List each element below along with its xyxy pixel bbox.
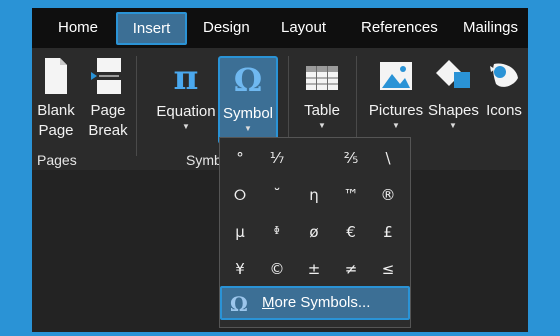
symbol-cell[interactable]: © [259, 251, 295, 288]
symbol-cell[interactable]: ™ [333, 177, 369, 214]
symbol-row: µ ᶲ ø € £ [220, 214, 410, 251]
symbol-cell[interactable] [296, 140, 332, 177]
pi-icon: π [173, 58, 199, 98]
symbol-cell[interactable]: µ [222, 214, 258, 251]
tab-home[interactable]: Home [58, 8, 98, 48]
bird-icon [490, 63, 518, 87]
blank-page-label-2: Page [38, 122, 74, 139]
omega-icon: Ω [230, 292, 248, 316]
symbol-cell[interactable]: ⅐ [259, 140, 295, 177]
symbol-label: Symbol [222, 105, 274, 122]
blank-page-icon [45, 58, 67, 94]
tab-mailings[interactable]: Mailings [463, 8, 518, 48]
chevron-down-icon: ▼ [449, 121, 457, 130]
group-divider [136, 56, 137, 156]
symbol-dropdown: ° ⅐ ⅖ \ ⭘ ˘ η ™ ® µ ᶲ ø € £ ¥ © ± ≠ ≤ Ω … [219, 137, 411, 328]
chevron-down-icon: ▼ [244, 124, 252, 133]
symbol-cell[interactable]: ⅖ [333, 140, 369, 177]
icons-button[interactable]: Icons [482, 56, 526, 121]
omega-icon: Ω [233, 61, 263, 99]
table-icon [306, 66, 338, 90]
pictures-button[interactable]: Pictures ▼ [366, 56, 426, 131]
more-symbols-label: More Symbols... [262, 288, 370, 318]
tab-layout[interactable]: Layout [281, 8, 326, 48]
symbol-cell[interactable]: £ [370, 214, 406, 251]
more-symbols-label-rest: ore Symbols... [274, 294, 371, 311]
blank-page-button[interactable]: Blank Page [36, 56, 76, 141]
tab-references[interactable]: References [361, 8, 438, 48]
equation-label: Equation [156, 103, 216, 120]
chevron-down-icon: ▼ [318, 121, 326, 130]
tab-insert[interactable]: Insert [116, 12, 187, 45]
symbol-cell[interactable]: ± [296, 251, 332, 288]
symbol-cell[interactable]: ° [222, 140, 258, 177]
pictures-label: Pictures [368, 102, 424, 119]
symbol-cell[interactable]: ¥ [222, 251, 258, 288]
symbol-grid: ° ⅐ ⅖ \ ⭘ ˘ η ™ ® µ ᶲ ø € £ ¥ © ± ≠ ≤ [220, 140, 410, 288]
shapes-label: Shapes [428, 102, 479, 119]
word-window: Home Insert Design Layout References Mai… [32, 8, 528, 332]
symbol-cell[interactable]: η [296, 177, 332, 214]
symbol-cell[interactable]: ˘ [259, 177, 295, 214]
table-button[interactable]: Table ▼ [298, 56, 346, 131]
page-break-button[interactable]: Page Break [86, 56, 130, 141]
symbol-cell[interactable]: ⭘ [222, 177, 258, 214]
chevron-down-icon: ▼ [392, 121, 400, 130]
equation-button[interactable]: π Equation ▼ [152, 56, 220, 132]
pages-group-label: Pages [37, 152, 77, 168]
symbol-row: ⭘ ˘ η ™ ® [220, 177, 410, 214]
tab-design[interactable]: Design [203, 8, 250, 48]
symbol-button[interactable]: Ω Symbol ▼ [218, 56, 278, 144]
chevron-down-icon: ▼ [182, 122, 190, 131]
symbol-cell[interactable]: \ [370, 140, 406, 177]
shapes-icon [436, 60, 470, 88]
ribbon-tab-bar: Home Insert Design Layout References Mai… [32, 8, 528, 48]
more-symbols-button[interactable]: Ω More Symbols... [220, 286, 410, 320]
symbol-cell[interactable]: ᶲ [259, 214, 295, 251]
symbol-cell[interactable]: € [333, 214, 369, 251]
picture-icon [380, 62, 412, 90]
page-break-label-2: Break [88, 122, 128, 139]
symbol-cell[interactable]: ≠ [333, 251, 369, 288]
symbol-row: ° ⅐ ⅖ \ [220, 140, 410, 177]
blank-page-label-1: Blank [37, 102, 75, 119]
table-label: Table [304, 102, 340, 119]
symbol-cell[interactable]: ® [370, 177, 406, 214]
symbol-cell[interactable]: ≤ [370, 251, 406, 288]
more-symbols-label-accelerator: M [262, 294, 275, 311]
shapes-button[interactable]: Shapes ▼ [428, 56, 479, 131]
symbols-group-label: Symb [186, 152, 222, 168]
symbol-row: ¥ © ± ≠ ≤ [220, 251, 410, 288]
page-break-icon [91, 58, 121, 94]
icons-label: Icons [486, 102, 522, 119]
page-break-label-1: Page [90, 102, 126, 119]
symbol-cell[interactable]: ø [296, 214, 332, 251]
